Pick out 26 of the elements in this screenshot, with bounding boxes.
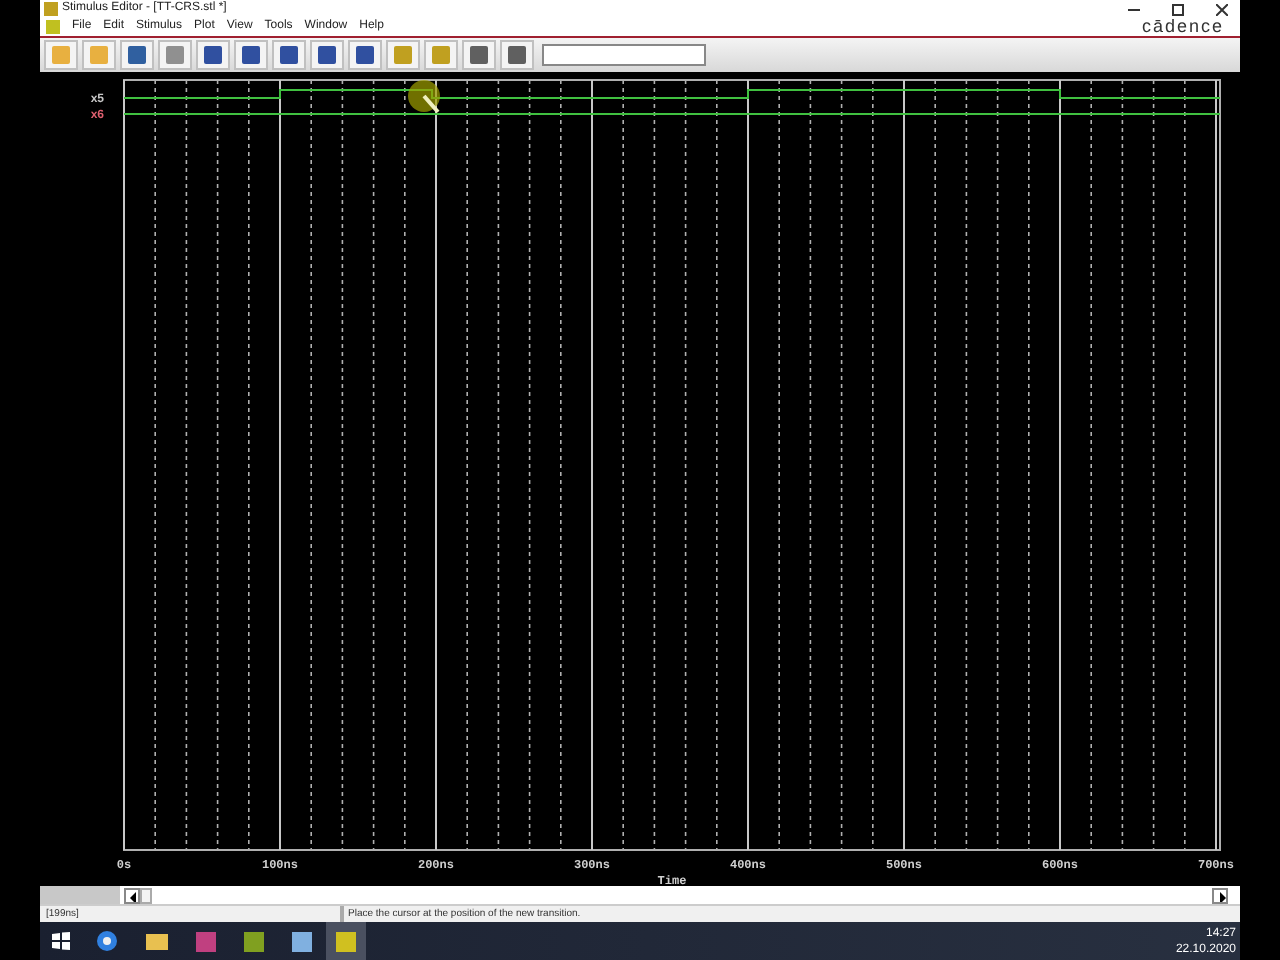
app-icon [44,2,58,16]
folder-icon[interactable] [146,932,168,950]
cursor-highlight [408,80,440,114]
cadence-logo: cādence [1141,18,1224,36]
scroll-right-icon[interactable] [1212,887,1228,903]
toolbar-button[interactable] [158,40,192,70]
toolbar-button[interactable] [462,40,496,70]
colorful-circle-icon[interactable] [96,930,118,952]
app-icon [336,931,356,951]
toolbar-button[interactable] [196,40,230,70]
close-icon[interactable] [1216,3,1228,15]
app-icon[interactable] [292,931,312,951]
maximize-icon[interactable] [1172,3,1184,15]
app-icon[interactable] [244,931,264,951]
minimize-icon[interactable] [1128,3,1140,15]
input-field[interactable] [542,44,706,66]
scroll-thumb[interactable] [140,887,152,903]
toolbar-button[interactable] [120,40,154,70]
toolbar-button[interactable] [310,40,344,70]
app-icon[interactable] [196,931,216,951]
toolbar-button[interactable] [234,40,268,70]
toolbar-button[interactable] [500,40,534,70]
toolbar-button[interactable] [272,40,306,70]
toolbar-button[interactable] [348,40,382,70]
taskbar-button[interactable] [326,922,366,960]
windows-start-icon[interactable] [52,932,70,950]
